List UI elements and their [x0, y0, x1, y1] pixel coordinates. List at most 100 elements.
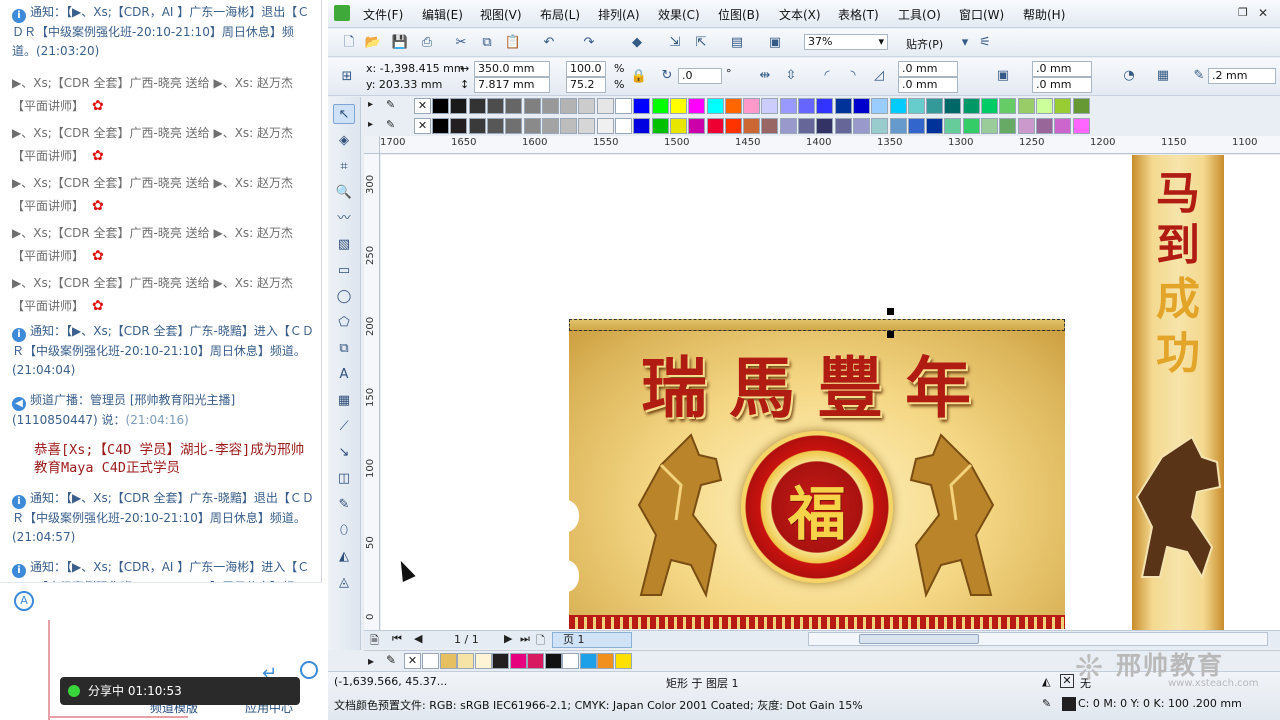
color-swatch[interactable]	[1035, 98, 1053, 114]
color-swatch[interactable]	[578, 98, 596, 114]
last-page-icon[interactable]: ⏭	[520, 632, 530, 646]
color-swatch[interactable]	[798, 98, 815, 114]
rectangle-tool-icon[interactable]: ▭	[333, 261, 355, 281]
corner-radius-tl[interactable]: .0 mm	[898, 61, 958, 77]
smart-fill-icon[interactable]: ▧	[333, 235, 355, 255]
color-swatch[interactable]	[724, 118, 742, 134]
crop-tool-icon[interactable]: ⌗	[333, 157, 355, 177]
first-page-icon[interactable]: ⏮	[392, 632, 402, 646]
color-swatch[interactable]	[544, 653, 562, 669]
menu-effects[interactable]: 效果(C)	[658, 6, 700, 23]
ruler-corner[interactable]	[364, 136, 380, 154]
object-origin-icon[interactable]: ⊞	[338, 68, 356, 86]
color-swatch[interactable]	[724, 98, 742, 114]
blend-tool-icon[interactable]: ◫	[333, 469, 355, 489]
color-swatch[interactable]	[743, 98, 761, 114]
color-swatch[interactable]	[706, 118, 724, 134]
color-swatch[interactable]	[579, 653, 597, 669]
color-swatch[interactable]	[779, 98, 797, 114]
color-swatch[interactable]	[560, 118, 578, 134]
menu-layout[interactable]: 布局(L)	[540, 6, 580, 23]
save-icon[interactable]: 💾	[391, 34, 409, 52]
document-icon[interactable]: 🗎	[370, 632, 379, 651]
zoom-tool-icon[interactable]: 🔍	[333, 183, 355, 203]
height-field[interactable]: 7.817 mm	[474, 77, 550, 93]
add-page-icon[interactable]: 🗋	[536, 632, 545, 651]
color-swatch[interactable]	[907, 98, 925, 114]
card-design[interactable]: 瑞馬豐年 福	[559, 319, 1065, 629]
chat-bubble-icon[interactable]	[300, 661, 318, 679]
eyedropper-icon[interactable]: ✎	[386, 653, 396, 667]
menu-bitmaps[interactable]: 位图(B)	[718, 6, 760, 23]
no-color-swatch[interactable]: ✕	[414, 118, 431, 134]
chevron-down-icon[interactable]: ▾	[956, 34, 974, 52]
text-tool-icon[interactable]: A	[333, 365, 355, 385]
color-swatch[interactable]	[962, 118, 980, 134]
color-swatch[interactable]	[633, 98, 651, 114]
palette-scroll-icon[interactable]: ▸	[368, 119, 373, 130]
menu-view[interactable]: 视图(V)	[480, 6, 522, 23]
color-swatch[interactable]	[926, 98, 944, 114]
color-swatch[interactable]	[1072, 118, 1090, 134]
color-swatch[interactable]	[852, 118, 870, 134]
selection-handle[interactable]	[887, 331, 894, 338]
color-swatch[interactable]	[1035, 118, 1053, 134]
color-swatch[interactable]	[816, 118, 834, 134]
color-swatch[interactable]	[688, 118, 706, 134]
color-swatch[interactable]	[541, 118, 559, 134]
menu-tools[interactable]: 工具(O)	[898, 6, 941, 23]
paste-icon[interactable]: 📋	[504, 34, 522, 52]
color-swatch[interactable]	[669, 98, 687, 114]
color-swatch[interactable]	[450, 118, 468, 134]
menu-help[interactable]: 帮助(H)	[1023, 6, 1065, 23]
connector-tool-icon[interactable]: ↘	[333, 443, 355, 463]
polygon-tool-icon[interactable]: ⬠	[333, 313, 355, 333]
color-swatch[interactable]	[492, 653, 509, 669]
copy-icon[interactable]: ⧉	[478, 34, 496, 52]
color-swatch[interactable]	[834, 118, 852, 134]
color-swatch[interactable]	[907, 118, 925, 134]
chat-message-list[interactable]: i 通知：【▶、Xs;【CDR，AI 】广东一海彬】退出【ＣＤＲ【中级案例强化班-…	[0, 0, 322, 582]
color-swatch[interactable]	[468, 98, 486, 114]
round-corner-icon[interactable]: ◜	[818, 67, 836, 85]
dimension-tool-icon[interactable]: ⟋	[333, 417, 355, 437]
emoji-icon[interactable]: A	[14, 591, 34, 611]
restore-icon[interactable]: ❐	[1238, 6, 1248, 19]
undo-icon[interactable]: ↶	[540, 34, 558, 52]
color-swatch[interactable]	[505, 118, 523, 134]
eyedropper-tool-icon[interactable]: ✎	[333, 495, 355, 515]
color-swatch[interactable]	[651, 98, 669, 114]
color-swatch[interactable]	[457, 653, 474, 669]
shape-tool-icon[interactable]: ◈	[333, 131, 355, 151]
drawing-canvas[interactable]: 瑞馬豐年 福 马 到 成 功	[381, 155, 1280, 630]
color-swatch[interactable]	[1054, 118, 1072, 134]
color-swatch[interactable]	[523, 118, 541, 134]
color-swatch[interactable]	[486, 118, 504, 134]
color-swatch[interactable]	[614, 653, 632, 669]
color-swatch[interactable]	[1017, 118, 1035, 134]
color-swatch[interactable]	[486, 98, 504, 114]
horizontal-scrollbar[interactable]	[808, 632, 1268, 646]
scale-y-field[interactable]: 75.2	[566, 77, 606, 93]
horizontal-ruler[interactable]: 1700 1650 1600 1550 1500 1450 1400 1350 …	[380, 136, 1280, 154]
color-swatch[interactable]	[743, 118, 761, 134]
settings-icon[interactable]: ⚟	[976, 34, 994, 52]
publish-pdf-icon[interactable]: ▤	[728, 34, 746, 52]
color-swatch[interactable]	[871, 118, 889, 134]
color-swatch[interactable]	[834, 98, 852, 114]
corner-radius-tr[interactable]: .0 mm	[1032, 61, 1092, 77]
color-swatch[interactable]	[1017, 98, 1035, 114]
color-swatch[interactable]	[999, 118, 1017, 134]
rotation-field[interactable]: .0	[678, 68, 722, 84]
color-profile-info[interactable]: 文档颜色预置文件: RGB: sRGB IEC61966-2.1; CMYK: …	[334, 697, 863, 713]
redo-icon[interactable]: ↷	[580, 34, 598, 52]
color-swatch[interactable]	[509, 653, 527, 669]
color-swatch[interactable]	[596, 98, 614, 114]
pick-tool-icon[interactable]: ↖	[333, 104, 355, 124]
scalloped-corner-icon[interactable]: ◝	[844, 67, 862, 85]
vertical-ruler[interactable]: 300 250 200 150 100 50 0	[364, 154, 380, 630]
color-swatch[interactable]	[578, 118, 596, 134]
color-swatch[interactable]	[615, 118, 632, 134]
color-swatch[interactable]	[651, 118, 669, 134]
document-swatches[interactable]: ✕	[404, 652, 644, 670]
